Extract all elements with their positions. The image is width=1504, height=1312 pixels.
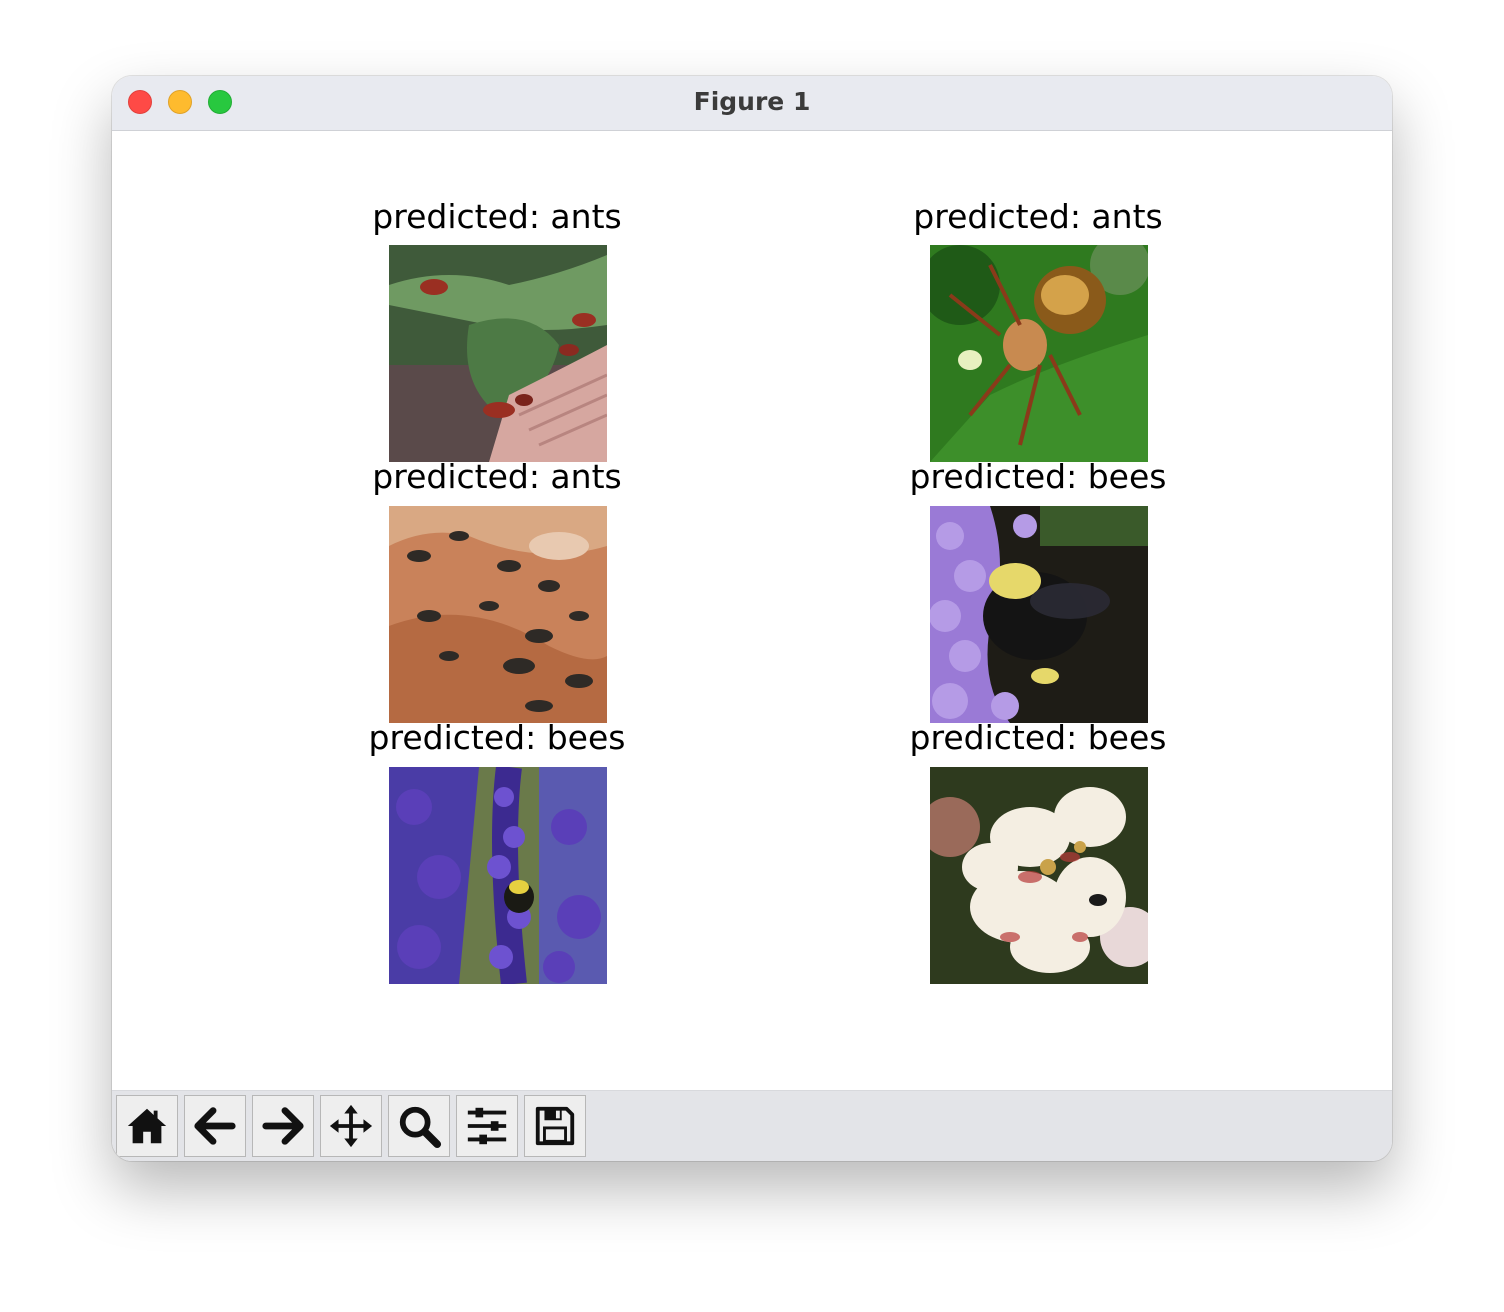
arrow-left-icon [194,1107,236,1145]
panel-image-blossom [930,767,1148,984]
panel-image-bee-lavender [389,767,607,984]
floppy-disk-icon [535,1106,575,1146]
move-arrows-icon [329,1104,373,1148]
configure-subplots-button[interactable] [456,1095,518,1157]
panel-title: predicted: bees [909,718,1167,757]
pan-button[interactable] [320,1095,382,1157]
zoom-button[interactable] [388,1095,450,1157]
window-title: Figure 1 [693,87,811,116]
panel-image-bumblebee-flowers [930,506,1148,723]
sliders-icon [467,1107,507,1145]
panel-image-ants-soil [389,506,607,723]
arrow-right-icon [262,1107,304,1145]
forward-button[interactable] [252,1095,314,1157]
back-button[interactable] [184,1095,246,1157]
title-bar[interactable]: Figure 1 [112,76,1392,131]
navigation-toolbar [112,1090,1392,1161]
panel-title: predicted: bees [368,718,626,757]
figure-canvas[interactable]: predicted: ants predicted: ants predicte… [112,131,1392,1090]
panel-title: predicted: ants [372,457,622,496]
panel-title: predicted: ants [913,197,1163,236]
panel-title: predicted: bees [909,457,1167,496]
panel-image-ant-green-leaf [930,245,1148,462]
panel-title: predicted: ants [372,197,622,236]
magnifier-icon [399,1106,442,1149]
figure-window: Figure 1 predicted: ants predicted: ants [112,76,1392,1161]
home-button[interactable] [116,1095,178,1157]
save-button[interactable] [524,1095,586,1157]
panel-image-ants-leaf [389,245,607,462]
home-icon [127,1108,167,1144]
